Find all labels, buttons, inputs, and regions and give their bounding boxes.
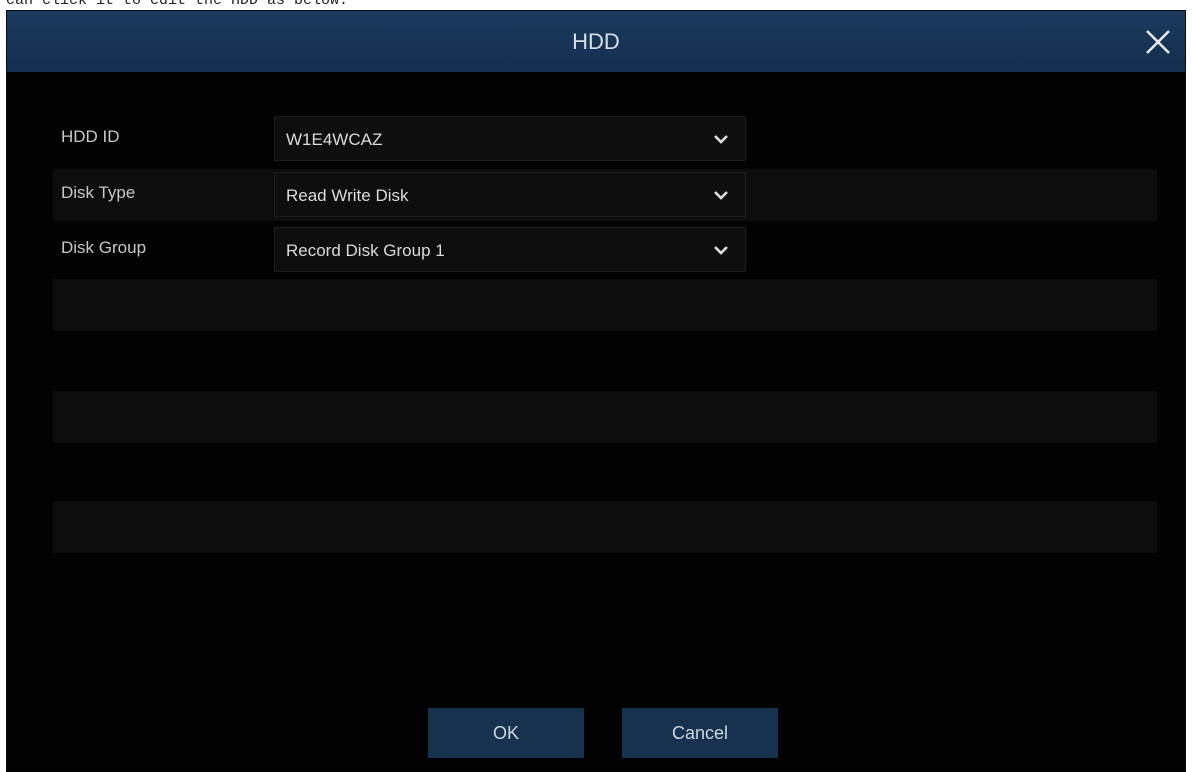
disk-group-label: Disk Group: [61, 238, 147, 257]
dialog-title: HDD: [572, 29, 620, 54]
disk-type-value: Read Write Disk: [286, 186, 409, 205]
row-band: [53, 501, 1157, 553]
chevron-down-icon: [713, 133, 729, 145]
disk-group-value: Record Disk Group 1: [286, 241, 445, 260]
cancel-button[interactable]: Cancel: [622, 708, 778, 758]
disk-type-label: Disk Type: [61, 183, 136, 202]
hdd-id-label: HDD ID: [61, 127, 120, 146]
close-button[interactable]: [1141, 25, 1175, 59]
chevron-down-icon: [713, 189, 729, 201]
hdd-id-value: W1E4WCAZ: [286, 130, 383, 149]
hdd-dialog: HDD HDD ID W1E4WCAZ Disk Type Read Write…: [6, 10, 1186, 772]
row-band: [53, 391, 1157, 443]
dialog-titlebar: HDD: [7, 11, 1185, 72]
close-icon: [1146, 30, 1170, 54]
page-caption: can click it to edit the HDD as below:: [6, 0, 348, 8]
hdd-id-select[interactable]: W1E4WCAZ: [274, 116, 746, 161]
ok-button[interactable]: OK: [428, 708, 584, 758]
row-band: [53, 279, 1157, 331]
disk-group-select[interactable]: Record Disk Group 1: [274, 227, 746, 272]
disk-type-select[interactable]: Read Write Disk: [274, 172, 746, 217]
chevron-down-icon: [713, 244, 729, 256]
